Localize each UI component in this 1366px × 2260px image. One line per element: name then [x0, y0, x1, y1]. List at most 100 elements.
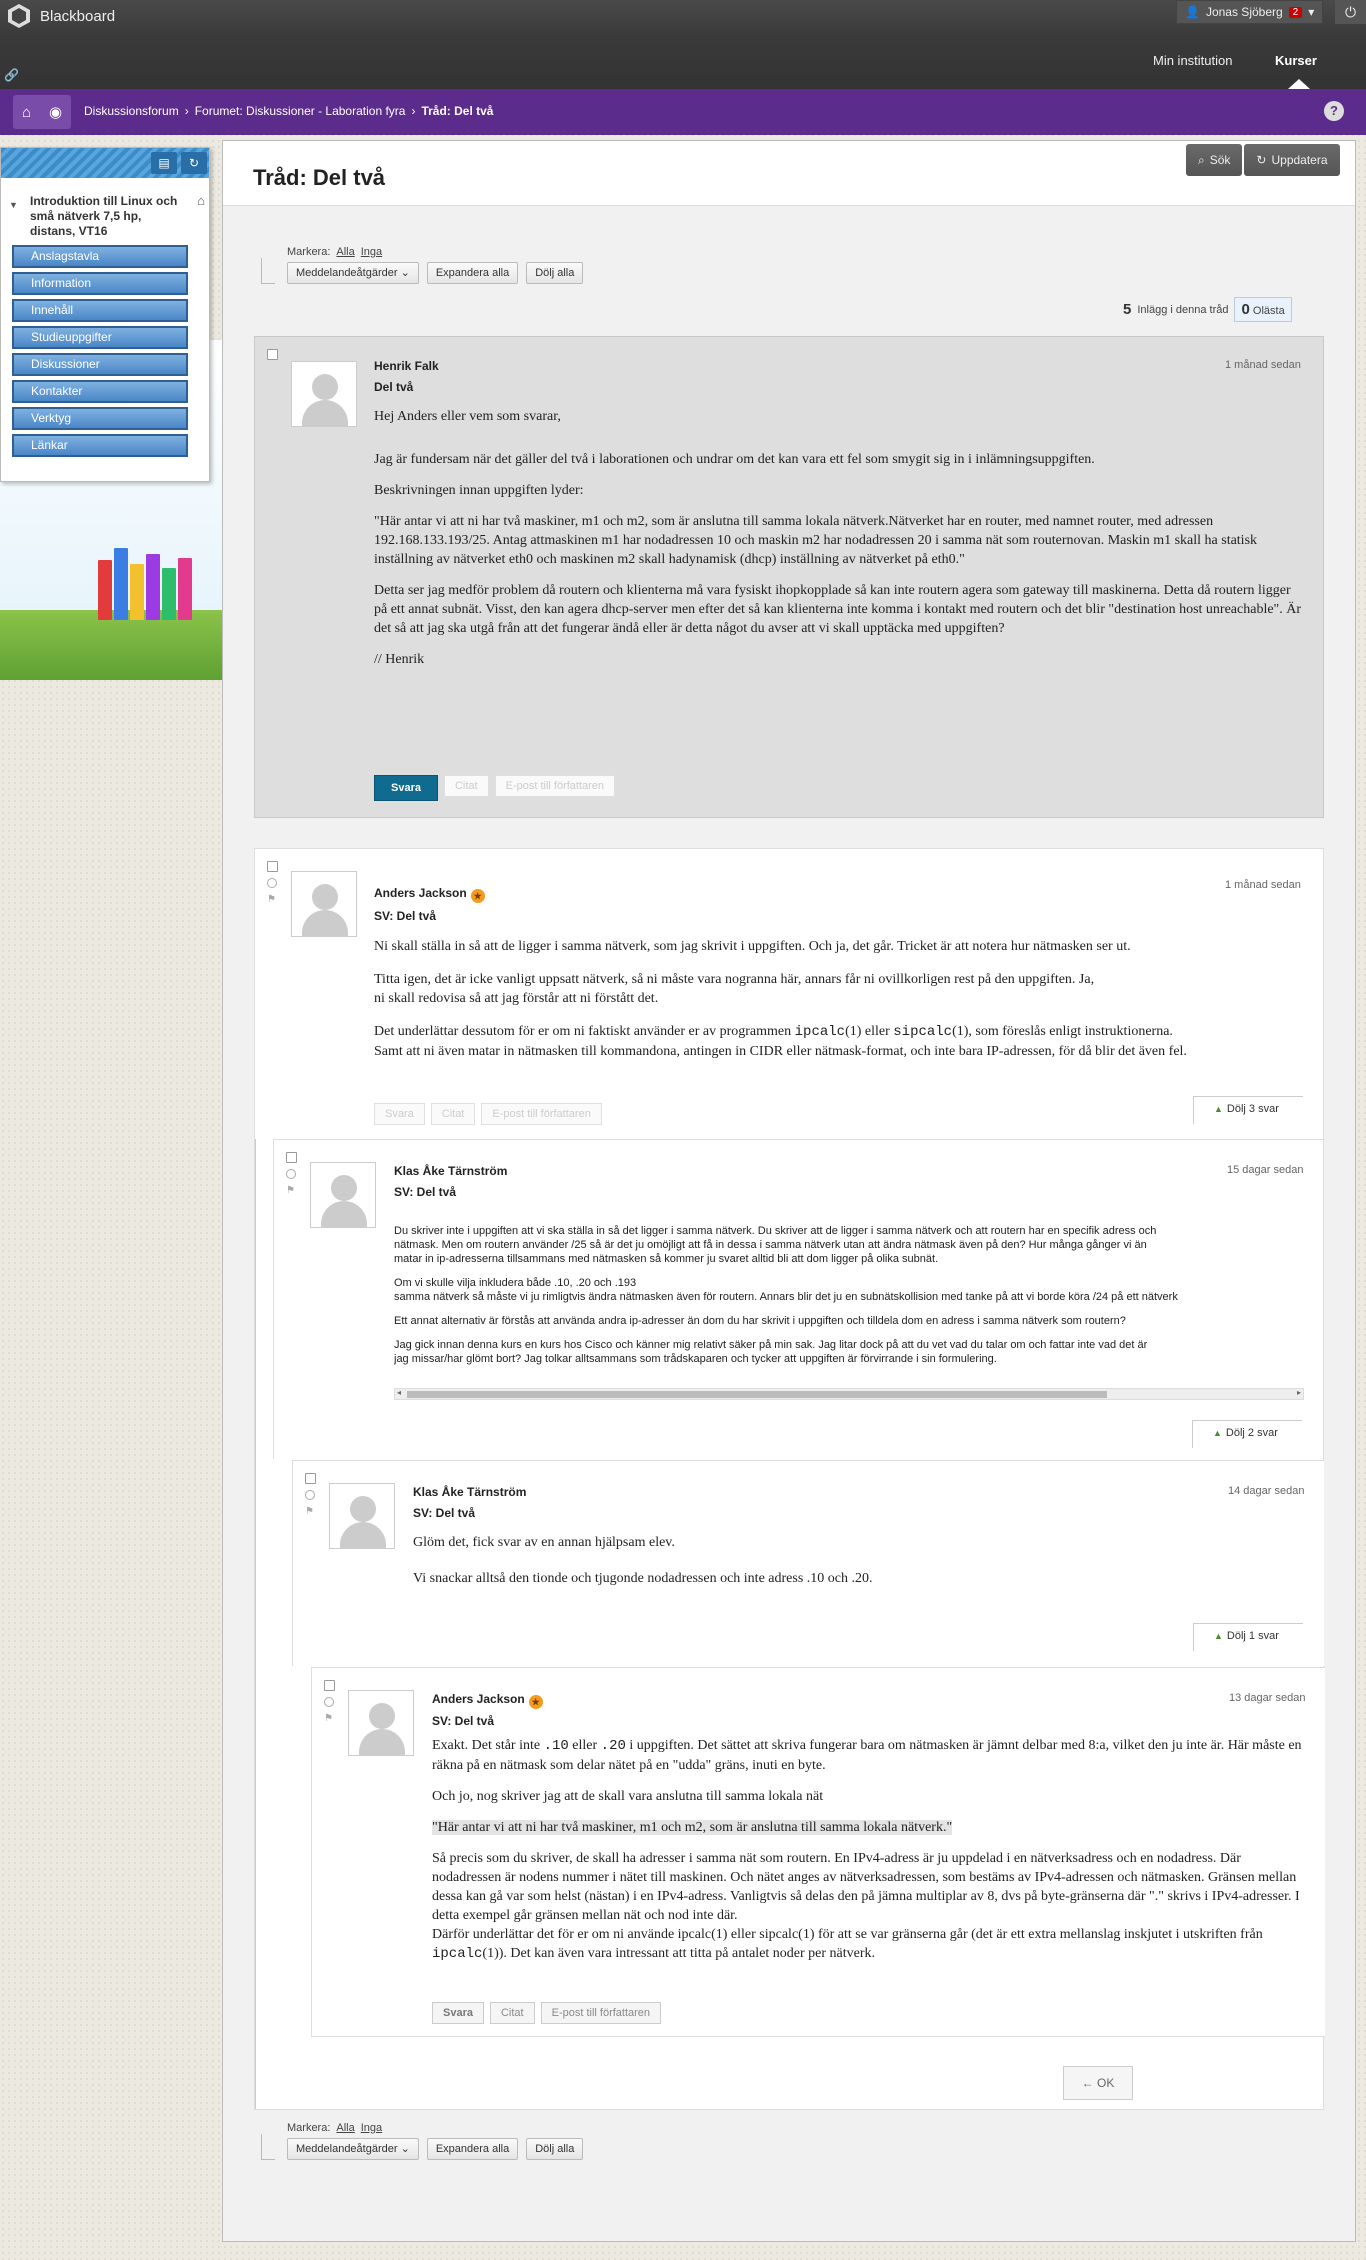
email-author-button[interactable]: E-post till författaren [540, 2002, 662, 2024]
post-klas-2: ⚑ Klas Åke Tärnström SV: Del två 14 daga… [292, 1460, 1325, 2037]
breadcrumb-forum[interactable]: Forumet: Diskussioner - Laboration fyra [195, 104, 406, 118]
ok-button[interactable]: ← OK [1063, 2066, 1133, 2100]
sidebar-item-diskussioner[interactable]: Diskussioner [12, 353, 188, 376]
mark-label: Markera: [287, 246, 331, 258]
avatar [310, 1162, 376, 1228]
email-author-button[interactable]: E-post till författaren [481, 1103, 602, 1125]
email-author-button[interactable]: E-post till författaren [494, 775, 616, 797]
post-checkbox[interactable] [267, 349, 278, 360]
post-author[interactable]: Klas Åke Tärnström [394, 1164, 507, 1178]
quote-button[interactable]: Citat [430, 1103, 476, 1125]
mark-label: Markera: [287, 2122, 331, 2134]
flag-icon[interactable]: ⚑ [324, 1713, 335, 1724]
sidebar-item-innehall[interactable]: Innehåll [12, 299, 188, 322]
action-arrow [261, 2134, 275, 2160]
help-icon[interactable]: ? [1324, 101, 1344, 121]
post-checkbox[interactable] [305, 1473, 316, 1484]
post-date: 13 dagar sedan [1229, 1692, 1306, 1704]
flag-icon[interactable]: ⚑ [305, 1506, 316, 1517]
triangle-up-icon: ▲ [1213, 1428, 1222, 1438]
sidebar-item-verktyg[interactable]: Verktyg [12, 407, 188, 430]
reply-button[interactable]: Svara [432, 2002, 484, 2024]
search-button[interactable]: ⌕ Sök [1186, 144, 1243, 176]
select-all-link[interactable]: Alla [336, 2122, 354, 2134]
sidebar-item-studieuppgifter[interactable]: Studieuppgifter [12, 326, 188, 349]
hide-replies-button[interactable]: ▲ Dölj 3 svar [1193, 1096, 1303, 1124]
hide-all-button[interactable]: Dölj alla [526, 2138, 584, 2160]
post-author[interactable]: Anders Jackson ★ [432, 1692, 543, 1709]
tab-courses[interactable]: Kurser [1275, 53, 1317, 68]
post-body: Glöm det, fick svar av en annan hjälpsam… [413, 1535, 873, 1586]
triangle-up-icon: ▲ [1214, 1104, 1223, 1114]
message-actions-dropdown[interactable]: Meddelandeåtgärder ⌄ [287, 262, 419, 284]
scrollbar-thumb [407, 1391, 1107, 1398]
reply-button[interactable]: Svara [374, 1103, 425, 1125]
course-home-icon[interactable]: ⌂ [197, 193, 205, 208]
select-none-link[interactable]: Inga [361, 246, 382, 258]
quote-button[interactable]: Citat [443, 775, 489, 797]
breadcrumb-forum-list[interactable]: Diskussionsforum [84, 104, 179, 118]
chevron-down-icon: ⌄ [400, 267, 410, 279]
star-badge-icon: ★ [470, 889, 485, 903]
chevron-down-icon: ⌄ [400, 2143, 410, 2155]
course-menu: ▤ ↻ ▼ Introduktion till Linux och små nä… [0, 147, 210, 482]
breadcrumb-separator: › [184, 104, 189, 118]
home-icon[interactable]: ⌂ [22, 104, 31, 121]
link-icon[interactable]: 🔗 [4, 68, 19, 82]
university-logo [8, 4, 30, 28]
hide-replies-button[interactable]: ▲ Dölj 2 svar [1192, 1420, 1302, 1448]
select-all-link[interactable]: Alla [336, 246, 354, 258]
course-title[interactable]: ▼ Introduktion till Linux och små nätver… [1, 178, 209, 239]
sidebar-item-lankar[interactable]: Länkar [12, 434, 188, 457]
flag-icon[interactable]: ⚑ [267, 894, 278, 905]
user-name: Jonas Sjöberg [1205, 5, 1283, 19]
horizontal-scrollbar[interactable]: ◂ ▸ [394, 1388, 1304, 1400]
page-tools: ⌕ Sök ↻ Uppdatera [1186, 144, 1340, 176]
post-count-label: Inlägg i denna tråd [1137, 303, 1229, 316]
post-anders-1: ⚑ Anders Jackson ★ SV: Del två 1 månad se… [254, 848, 1325, 2110]
post-checkbox[interactable] [324, 1680, 335, 1691]
menu-toggle-icon[interactable]: ◉ [49, 103, 62, 121]
scroll-right-icon: ▸ [1296, 1388, 1301, 1397]
hide-replies-button[interactable]: ▲ Dölj 1 svar [1193, 1623, 1303, 1651]
refresh-button[interactable]: ↻ Uppdatera [1244, 144, 1340, 176]
read-status-icon[interactable] [324, 1697, 334, 1707]
post-body: Du skriver inte i uppgiften att vi ska s… [394, 1225, 1178, 1365]
expand-all-button[interactable]: Expandera alla [426, 262, 519, 284]
read-status-icon[interactable] [286, 1169, 296, 1179]
star-badge-icon: ★ [528, 1695, 543, 1709]
page-title: Tråd: Del två [253, 165, 386, 190]
collapse-triangle-icon[interactable]: ▼ [9, 198, 18, 213]
read-status-icon[interactable] [305, 1490, 315, 1500]
select-none-link[interactable]: Inga [361, 2122, 382, 2134]
reply-button[interactable]: Svara [374, 775, 438, 801]
brand-name[interactable]: Blackboard [40, 8, 115, 25]
tab-my-institution[interactable]: Min institution [1153, 53, 1232, 68]
post-author[interactable]: Anders Jackson ★ [374, 886, 485, 903]
post-author[interactable]: Klas Åke Tärnström [413, 1485, 526, 1499]
thread-counts: 5 Inlägg i denna tråd 0 Olästa [1123, 297, 1292, 322]
unread-count[interactable]: 0 Olästa [1234, 297, 1292, 322]
sidebar-item-anslagstavla[interactable]: Anslagstavla [12, 245, 188, 268]
message-actions-dropdown[interactable]: Meddelandeåtgärder ⌄ [287, 2138, 419, 2160]
post-count: 5 [1123, 301, 1132, 318]
quote-button[interactable]: Citat [489, 2002, 535, 2024]
sidebar-item-kontakter[interactable]: Kontakter [12, 380, 188, 403]
thread-line [255, 1139, 256, 2109]
read-status-icon[interactable] [267, 878, 277, 888]
hide-all-button[interactable]: Dölj alla [526, 262, 584, 284]
home-buttons: ⌂ ◉ [13, 95, 71, 129]
refresh-menu-icon[interactable]: ↻ [181, 152, 207, 174]
logout-power-icon[interactable]: ⏻ [1335, 0, 1366, 24]
thread-container: Markera: Alla Inga Meddelandeåtgärder ⌄ Ex… [223, 205, 1355, 2241]
post-checkbox[interactable] [267, 861, 278, 872]
flag-icon[interactable]: ⚑ [286, 1185, 297, 1196]
post-checkbox[interactable] [286, 1152, 297, 1163]
expand-all-button[interactable]: Expandera alla [426, 2138, 519, 2160]
post-henrik: Henrik Falk Del två 1 månad sedan Hej An… [254, 336, 1324, 818]
sidebar-item-information[interactable]: Information [12, 272, 188, 295]
user-menu[interactable]: 👤 Jonas Sjöberg 2 ▾ [1176, 0, 1324, 24]
folder-view-icon[interactable]: ▤ [151, 152, 177, 174]
bottom-action-bar: Markera: Alla Inga Meddelandeåtgärder ⌄ Ex… [261, 2122, 584, 2160]
post-author[interactable]: Henrik Falk [374, 359, 439, 373]
